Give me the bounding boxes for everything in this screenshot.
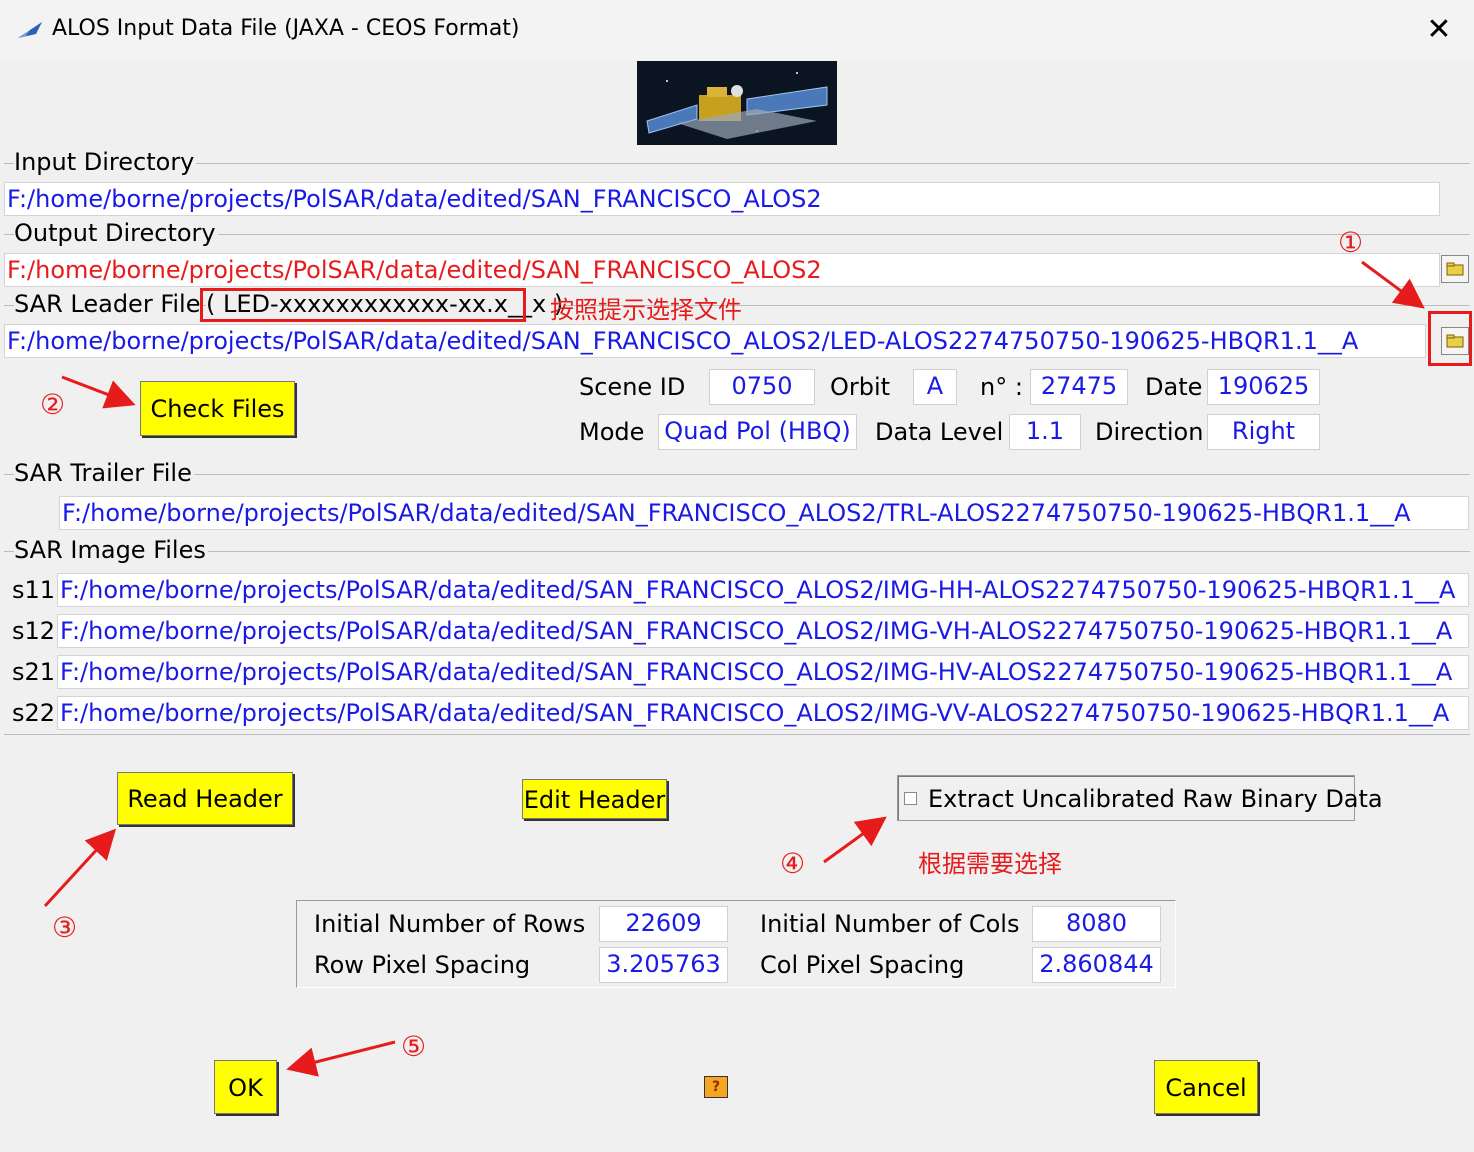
arrow-5 bbox=[286, 1040, 396, 1077]
arrow-2 bbox=[61, 375, 136, 409]
arrow-3 bbox=[43, 828, 117, 908]
arrow-1 bbox=[1361, 260, 1425, 309]
annotation-arrows bbox=[43, 260, 1425, 1077]
arrow-4 bbox=[823, 816, 887, 864]
